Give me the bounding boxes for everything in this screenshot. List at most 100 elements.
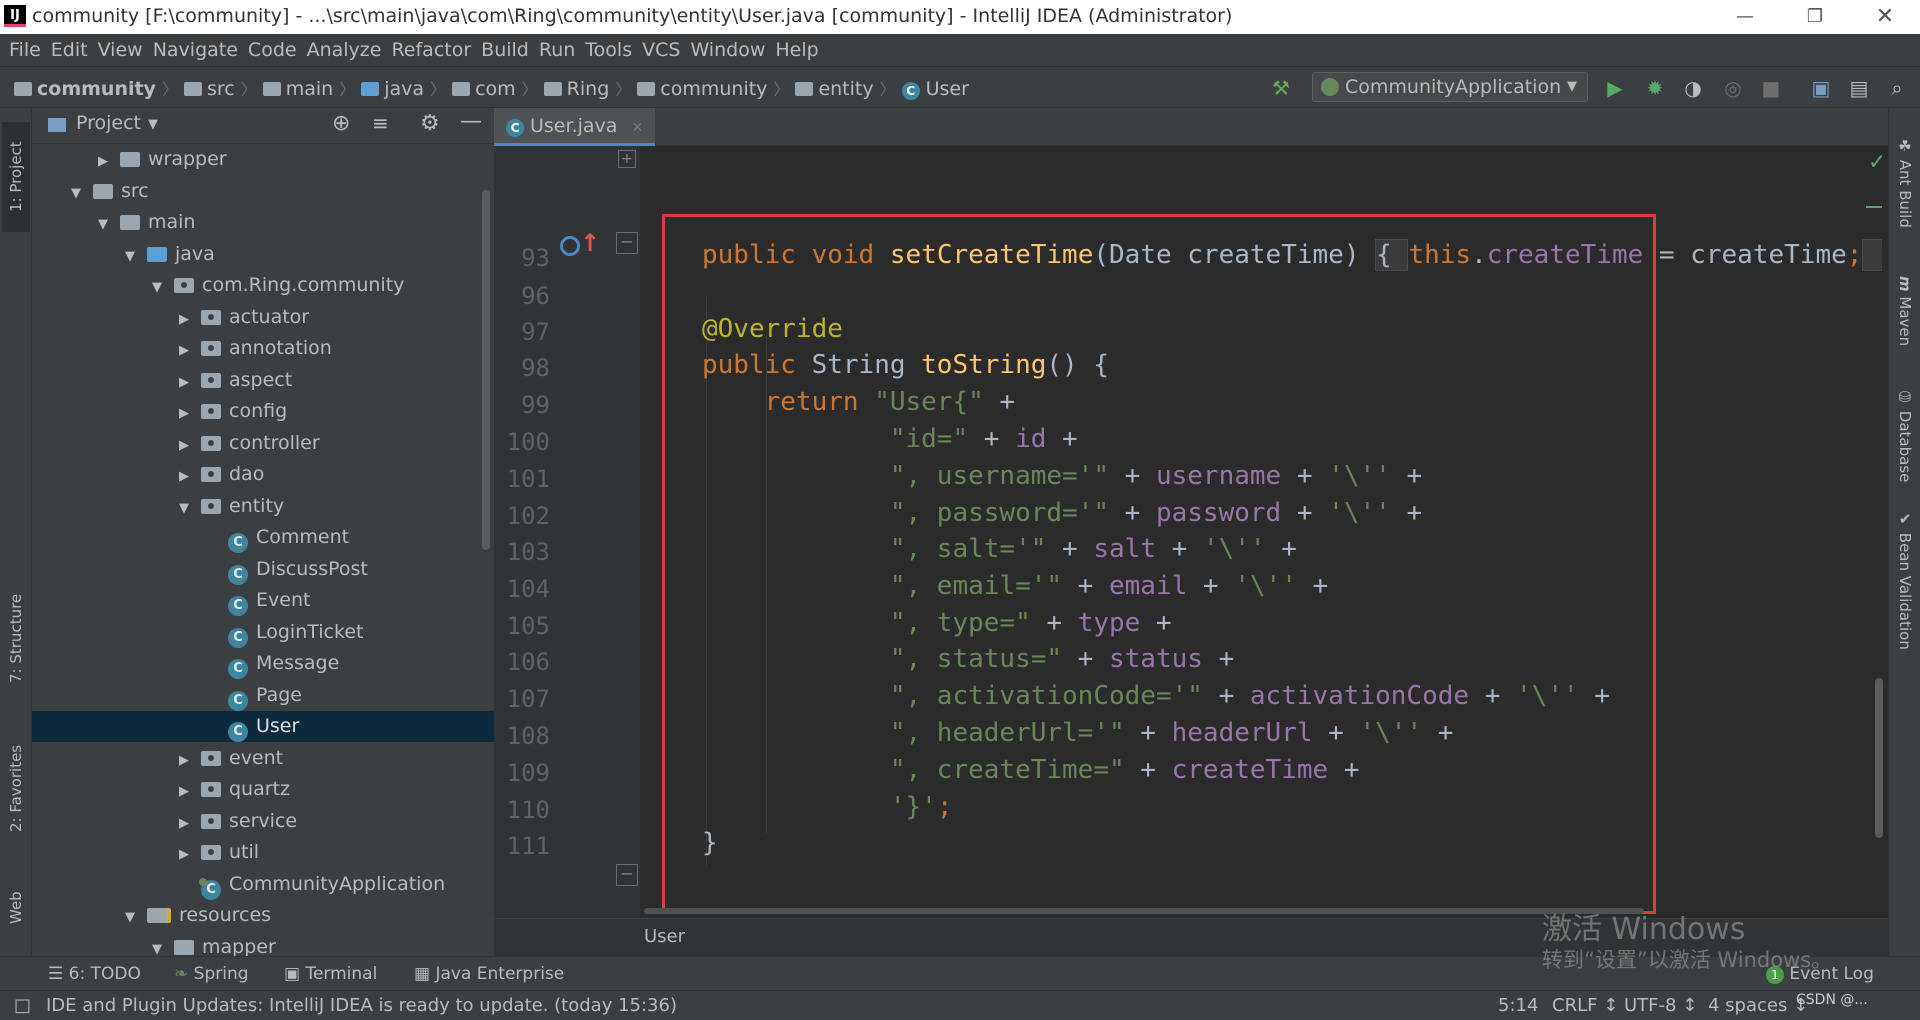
line-separator-select[interactable]: CRLF ↕ [1552, 991, 1618, 1020]
menu-file[interactable]: File [4, 34, 46, 66]
chevron-down-icon[interactable]: ▼ [148, 117, 158, 132]
tree-item[interactable]: C LoginTicket [32, 617, 494, 648]
tree-item[interactable]: C Message [32, 648, 494, 679]
chevron-down-icon[interactable]: ▼ [69, 178, 83, 209]
chevron-down-icon[interactable]: ▼ [177, 493, 191, 524]
breadcrumb-item-com[interactable]: com [452, 78, 516, 100]
breadcrumb-item-community[interactable]: community [637, 78, 767, 100]
fold-expand-icon[interactable]: + [618, 150, 636, 168]
tab-bean-validation[interactable]: ✔ Bean Validation [1891, 500, 1919, 660]
chevron-right-icon[interactable]: ▶ [177, 398, 191, 429]
tree-item[interactable]: C User [32, 711, 494, 742]
tab-todo[interactable]: ☰ 6: TODO [48, 957, 141, 991]
menu-window[interactable]: Window [685, 34, 770, 66]
encoding-select[interactable]: UTF-8 ↕ [1624, 991, 1697, 1020]
caret-position[interactable]: 5:14 [1498, 991, 1538, 1020]
tree-item[interactable]: ▶ service [32, 806, 494, 837]
tree-item[interactable]: ▶ wrapper [32, 144, 494, 175]
tree-item[interactable]: ▶ annotation [32, 333, 494, 364]
project-structure-icon[interactable]: ▣ [1808, 75, 1834, 101]
tree-item[interactable]: ▶ config [32, 396, 494, 427]
tree-item[interactable]: C Page [32, 680, 494, 711]
chevron-right-icon[interactable]: ▶ [177, 430, 191, 461]
tab-structure[interactable]: 7: Structure [2, 578, 30, 698]
fold-end-icon[interactable]: − [616, 864, 638, 886]
tab-user-java[interactable]: C User.java ✕ [494, 108, 656, 146]
menu-help[interactable]: Help [770, 34, 823, 66]
tree-item[interactable]: ▶ aspect [32, 365, 494, 396]
tree-item[interactable]: ▶ util [32, 837, 494, 868]
breadcrumb-item-main[interactable]: main [262, 78, 333, 100]
profile-icon[interactable]: ◎ [1720, 75, 1746, 101]
fold-collapse-icon[interactable]: − [616, 232, 638, 254]
collapse-all-icon[interactable]: ≡ [372, 111, 389, 135]
chevron-right-icon[interactable]: ▶ [177, 335, 191, 366]
tree-item[interactable]: C Comment [32, 522, 494, 553]
tree-item[interactable]: C Event [32, 585, 494, 616]
gear-icon[interactable]: ⚙ [420, 111, 440, 136]
tree-item[interactable]: ▼ main [32, 207, 494, 238]
breadcrumb-item-user[interactable]: C User [901, 78, 969, 100]
close-icon[interactable]: ✕ [1850, 0, 1920, 34]
tree-item[interactable]: ▼ entity [32, 491, 494, 522]
chevron-right-icon[interactable]: ▶ [177, 839, 191, 870]
menu-build[interactable]: Build [476, 34, 534, 66]
tree-item[interactable]: C CommunityApplication [32, 869, 494, 900]
chevron-right-icon[interactable]: ▶ [177, 808, 191, 839]
tab-maven[interactable]: m Maven [1891, 256, 1919, 366]
stop-icon[interactable]: ■ [1758, 75, 1784, 101]
build-hammer-icon[interactable]: ⚒ [1268, 75, 1294, 101]
tree-item[interactable]: ▼ java [32, 239, 494, 270]
breadcrumb-item-java[interactable]: java [361, 78, 424, 100]
close-tab-icon[interactable]: ✕ [631, 120, 643, 136]
chevron-right-icon[interactable]: ▶ [177, 367, 191, 398]
tab-web[interactable]: Web [2, 868, 30, 948]
breadcrumb-item-ring[interactable]: Ring [543, 78, 609, 100]
status-message[interactable]: IDE and Plugin Updates: IntelliJ IDEA is… [46, 991, 677, 1020]
search-icon[interactable]: ⌕ [1884, 75, 1910, 101]
menu-edit[interactable]: Edit [46, 34, 93, 66]
tree-item[interactable]: ▶ event [32, 743, 494, 774]
project-view-select[interactable]: Project [76, 112, 141, 134]
chevron-right-icon[interactable]: ▶ [177, 461, 191, 492]
tree-item[interactable]: ▼ src [32, 176, 494, 207]
tree-item[interactable]: ▶ quartz [32, 774, 494, 805]
chevron-down-icon[interactable]: ▼ [123, 902, 137, 933]
menu-view[interactable]: View [93, 34, 148, 66]
tree-item[interactable]: ▼ com.Ring.community [32, 270, 494, 301]
tab-terminal[interactable]: ▣ Terminal [284, 957, 377, 991]
menu-vcs[interactable]: VCS [637, 34, 685, 66]
override-method-icon[interactable] [560, 236, 580, 256]
tree-item[interactable]: ▶ dao [32, 459, 494, 490]
restore-icon[interactable]: ❐ [1780, 0, 1850, 34]
menu-tools[interactable]: Tools [580, 34, 637, 66]
tab-project[interactable]: 1: Project [2, 122, 30, 232]
tab-java-enterprise[interactable]: ▦ Java Enterprise [414, 957, 564, 991]
tree-item[interactable]: ▶ actuator [32, 302, 494, 333]
chevron-right-icon[interactable]: ▶ [177, 745, 191, 776]
menu-analyze[interactable]: Analyze [302, 34, 387, 66]
tab-spring[interactable]: ❧ Spring [174, 957, 249, 991]
breadcrumb-item-entity[interactable]: entity [795, 78, 874, 100]
chevron-right-icon[interactable]: ▶ [177, 776, 191, 807]
coverage-icon[interactable]: ◑ [1680, 75, 1706, 101]
breadcrumb-item-community-root[interactable]: community [14, 78, 156, 100]
debug-icon[interactable]: ✹ [1642, 75, 1668, 101]
hide-panel-icon[interactable]: — [460, 109, 482, 134]
project-scrollbar[interactable] [482, 190, 490, 550]
menu-code[interactable]: Code [243, 34, 302, 66]
tree-item[interactable]: ▼ resources [32, 900, 494, 931]
sdk-icon[interactable]: ▤ [1846, 75, 1872, 101]
breadcrumb-item-src[interactable]: src [183, 78, 235, 100]
chevron-down-icon[interactable]: ▼ [150, 272, 164, 303]
chevron-right-icon[interactable]: ▶ [177, 304, 191, 335]
minimize-icon[interactable]: — [1710, 0, 1780, 34]
menu-navigate[interactable]: Navigate [148, 34, 243, 66]
editor-breadcrumb-item[interactable]: User [644, 926, 685, 947]
tab-ant-build[interactable]: ☘ Ant Build [1891, 122, 1919, 242]
menu-refactor[interactable]: Refactor [386, 34, 476, 66]
editor-vertical-scrollbar[interactable] [1875, 678, 1883, 838]
status-toggle-icon[interactable]: □ [14, 991, 31, 1020]
tree-item[interactable]: ▶ controller [32, 428, 494, 459]
editor-horizontal-scrollbar[interactable] [644, 908, 1644, 914]
